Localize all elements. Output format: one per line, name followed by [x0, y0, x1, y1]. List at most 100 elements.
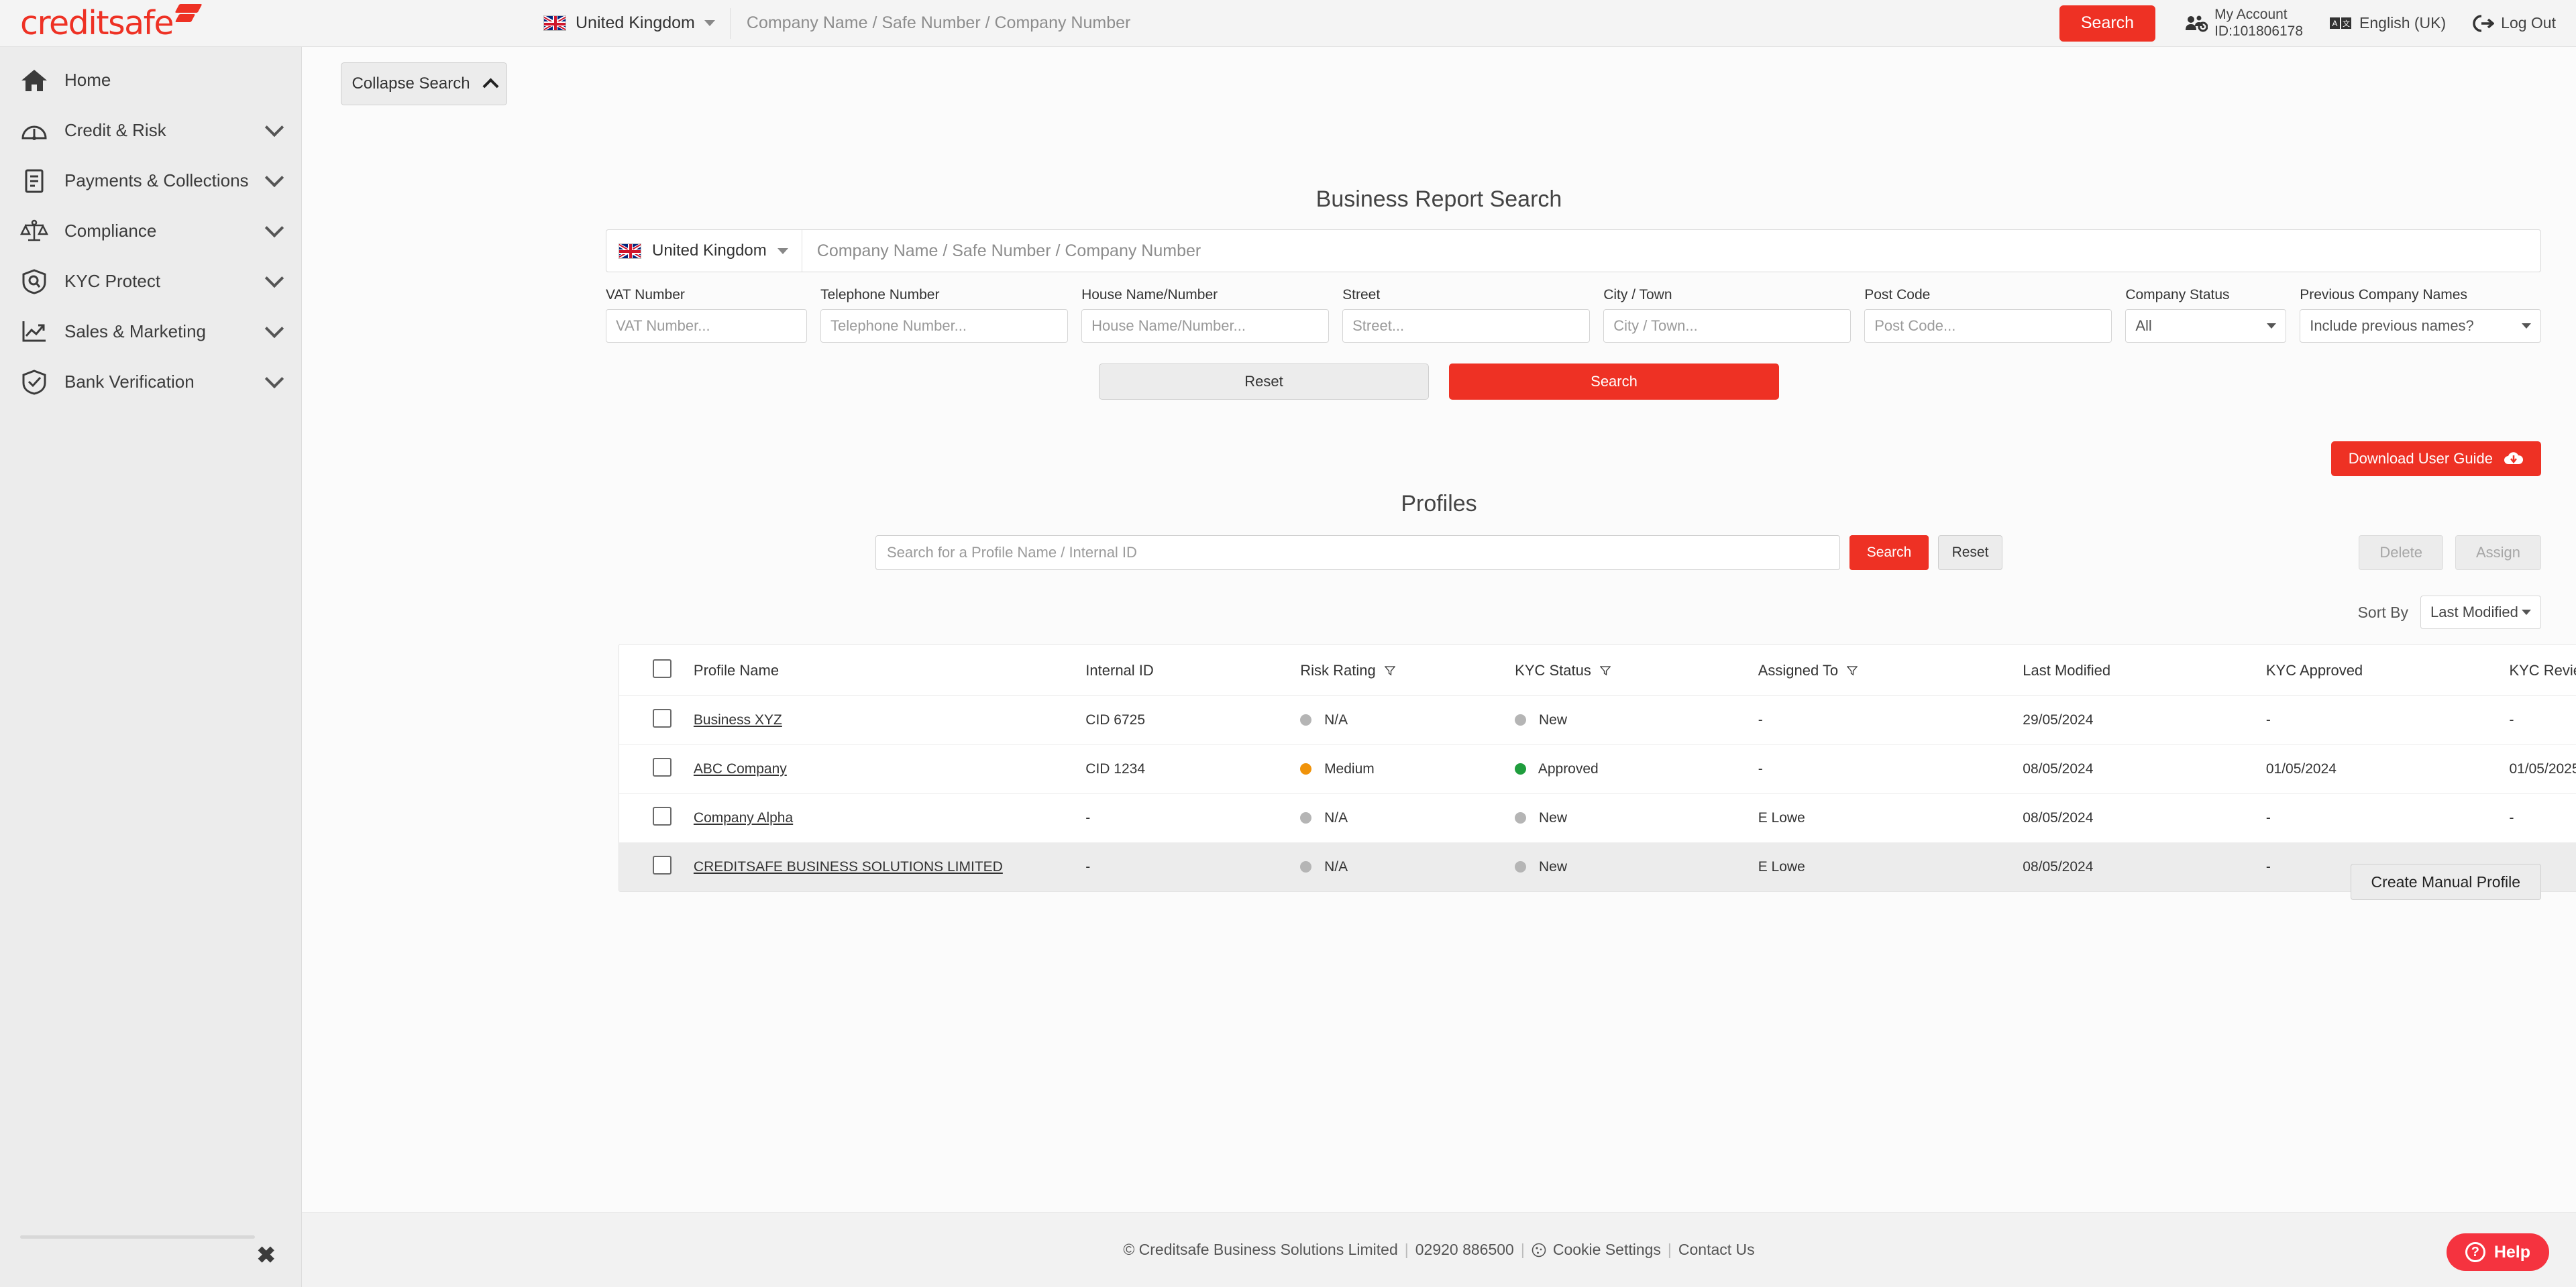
sort-by-select[interactable]: Last Modified	[2420, 596, 2541, 629]
search-submit-button[interactable]: Search	[1449, 363, 1779, 400]
cell-kyc-status: Approved	[1515, 744, 1758, 794]
help-button[interactable]: ? Help	[2446, 1233, 2549, 1271]
filter-icon[interactable]	[1599, 665, 1611, 676]
download-user-guide-button[interactable]: Download User Guide	[2330, 441, 2541, 476]
row-checkbox[interactable]	[653, 758, 672, 777]
sidebar-item-compliance[interactable]: Compliance	[0, 206, 301, 256]
row-checkbox[interactable]	[653, 856, 672, 875]
sidebar-item-kyc-protect[interactable]: KYC Protect	[0, 256, 301, 306]
create-manual-profile-button[interactable]: Create Manual Profile	[2350, 864, 2541, 900]
chevron-up-icon	[482, 77, 499, 95]
business-search-input[interactable]	[802, 230, 2540, 272]
profiles-reset-button[interactable]: Reset	[1938, 535, 2002, 570]
row-checkbox-cell	[619, 793, 694, 843]
search-country-selector[interactable]: United Kingdom	[606, 230, 802, 272]
input-post-code[interactable]	[1864, 309, 2112, 343]
sidebar-item-bank-verification[interactable]: Bank Verification	[0, 357, 301, 407]
risk-rating-label: N/A	[1324, 712, 1348, 728]
chevron-down-icon	[264, 369, 284, 389]
th-assigned-to[interactable]: Assigned To	[1758, 645, 2023, 696]
th-label-risk-rating: Risk Rating	[1300, 662, 1376, 679]
chevron-down-icon	[264, 268, 284, 288]
profile-name-link[interactable]: CREDITSAFE BUSINESS SOLUTIONS LIMITED	[694, 859, 1003, 875]
filter-icon[interactable]	[1384, 665, 1395, 676]
chevron-down-icon	[264, 168, 284, 188]
sort-by-control: Sort By Last Modified	[2358, 596, 2541, 629]
footer-phone: 02920 886500	[1415, 1241, 1514, 1258]
th-kyc-status[interactable]: KYC Status	[1515, 645, 1758, 696]
cell-assigned-to: E Lowe	[1758, 859, 1805, 875]
label-house-name-number: House Name/Number	[1081, 287, 1218, 302]
chevron-down-icon	[264, 319, 284, 339]
th-kyc-approved[interactable]: KYC Approved	[2265, 645, 2510, 696]
th-internal-id[interactable]: Internal ID	[1085, 645, 1301, 696]
sidebar-item-credit-risk[interactable]: Credit & Risk	[0, 105, 301, 156]
table-row[interactable]: Company Alpha - N/A New E Lowe 08/05/202…	[619, 793, 2576, 843]
profiles-search-button[interactable]: Search	[1849, 535, 1929, 570]
profiles-table: Profile Name Internal ID Risk Rating KYC…	[619, 645, 2576, 891]
th-last-modified[interactable]: Last Modified	[2023, 645, 2266, 696]
logout-button[interactable]: Log Out	[2473, 14, 2556, 32]
cell-last-modified: 29/05/2024	[2023, 695, 2266, 745]
my-account-link[interactable]: My Account ID:101806178	[2185, 7, 2303, 40]
collapse-search-button[interactable]: Collapse Search	[341, 62, 507, 105]
trend-chart-icon	[19, 317, 50, 347]
profile-name-link[interactable]: Company Alpha	[694, 810, 793, 826]
download-user-guide-label: Download User Guide	[2348, 450, 2493, 467]
select-previous-company-names[interactable]: Include previous names?	[2300, 309, 2542, 343]
language-selector[interactable]: A 文 English (UK)	[2330, 14, 2446, 32]
input-telephone-number[interactable]	[820, 309, 1069, 343]
row-checkbox[interactable]	[653, 709, 672, 728]
th-profile-name[interactable]: Profile Name	[693, 645, 1086, 696]
filter-icon[interactable]	[1847, 665, 1858, 676]
sidebar-item-payments-collections[interactable]: Payments & Collections	[0, 156, 301, 206]
creditsafe-logo[interactable]: creditsafe	[0, 0, 302, 47]
cell-kyc-approved: -	[2265, 695, 2510, 745]
footer-copyright: © Creditsafe Business Solutions Limited	[1123, 1241, 1398, 1258]
cell-assigned-to: E Lowe	[1758, 793, 2023, 843]
svg-text:A: A	[2332, 19, 2338, 28]
shield-search-icon	[19, 266, 50, 297]
input-house-name-number[interactable]	[1081, 309, 1330, 343]
sidebar-item-sales-marketing[interactable]: Sales & Marketing	[0, 306, 301, 357]
select-all-checkbox[interactable]	[653, 659, 672, 678]
table-row[interactable]: Business XYZ CID 6725 N/A New - 29/05/20…	[619, 695, 2576, 745]
select-company-status[interactable]: All	[2125, 309, 2287, 343]
sidebar-item-home[interactable]: Home	[0, 55, 301, 105]
cell-last-modified: 08/05/2024	[2023, 744, 2266, 794]
cell-kyc-review: -	[2509, 695, 2576, 745]
cookie-settings-link[interactable]: Cookie Settings	[1553, 1241, 1661, 1259]
row-checkbox[interactable]	[653, 807, 672, 826]
profiles-search-input[interactable]	[875, 535, 1840, 570]
input-street[interactable]	[1342, 309, 1591, 343]
th-risk-rating[interactable]: Risk Rating	[1300, 645, 1515, 696]
top-header-bar: creditsafe United Kingdom Search My	[0, 0, 2576, 47]
cell-kyc-status: New	[1515, 843, 1758, 892]
table-row[interactable]: CREDITSAFE BUSINESS SOLUTIONS LIMITED - …	[619, 842, 2576, 892]
profile-name-link[interactable]: ABC Company	[694, 761, 787, 777]
th-kyc-review[interactable]: KYC Review	[2509, 645, 2576, 696]
search-reset-button[interactable]: Reset	[1099, 363, 1429, 400]
input-city-town[interactable]	[1603, 309, 1851, 343]
cell-profile-name: Business XYZ	[693, 695, 1086, 745]
contact-us-link[interactable]: Contact Us	[1678, 1241, 1755, 1259]
kyc-status-dot	[1515, 763, 1527, 775]
header-search-button[interactable]: Search	[2059, 5, 2156, 42]
cell-last-modified: 08/05/2024	[2023, 859, 2094, 875]
cell-risk-rating: N/A	[1300, 695, 1515, 745]
table-row[interactable]: ABC Company CID 1234 Medium Approved - 0…	[619, 744, 2576, 794]
delete-button[interactable]: Delete	[2359, 535, 2443, 570]
left-sidebar: Home Credit & Risk Payments & Collection…	[0, 47, 302, 1287]
cell-kyc-review: 01/05/2025	[2509, 744, 2576, 794]
header-country-selector[interactable]: United Kingdom	[543, 0, 730, 47]
header-search-input[interactable]	[730, 0, 2059, 47]
footer-separator: |	[1520, 1241, 1525, 1258]
cell-risk-rating: N/A	[1300, 843, 1515, 892]
assign-button[interactable]: Assign	[2455, 535, 2541, 570]
label-previous-company-names: Previous Company Names	[2300, 287, 2467, 302]
cell-profile-name: ABC Company	[693, 744, 1086, 794]
sidebar-close-icon[interactable]: ✖	[257, 1244, 276, 1267]
profile-name-link[interactable]: Business XYZ	[694, 712, 782, 728]
kyc-status-dot	[1515, 812, 1527, 824]
input-vat-number[interactable]	[606, 309, 807, 343]
